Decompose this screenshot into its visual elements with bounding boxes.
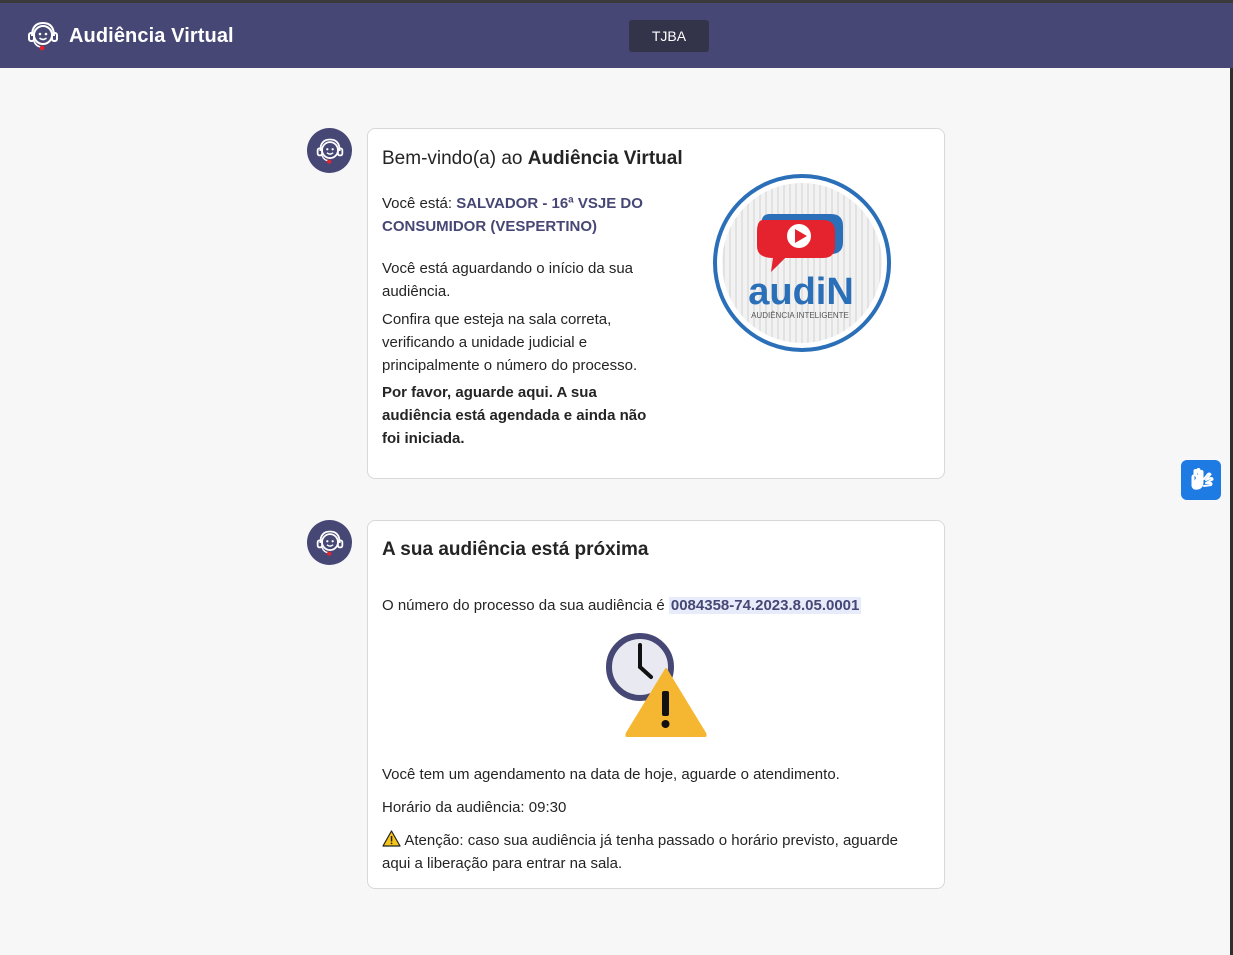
- confirm-text: Confira que esteja na sala correta, veri…: [382, 308, 637, 377]
- notice-text: Por favor, aguarde aqui. A sua audiência…: [382, 381, 646, 450]
- notice-line2: audiência está agendada e ainda não: [382, 407, 647, 424]
- headset-agent-icon: [28, 21, 58, 51]
- notice-line1: Por favor, aguarde aqui. A sua: [382, 384, 597, 401]
- app-title: Audiência Virtual: [69, 24, 234, 47]
- tenant-button[interactable]: TJBA: [629, 20, 709, 52]
- brand: Audiência Virtual: [26, 19, 234, 53]
- confirm-line3: principalmente o número do processo.: [382, 357, 638, 374]
- logo-word: audiN: [748, 271, 854, 313]
- location-line1: SALVADOR - 16ª VSJE DO: [456, 195, 643, 212]
- hearing-title: A sua audiência está próxima: [382, 539, 649, 560]
- confirm-line2: verificando a unidade judicial e: [382, 334, 588, 351]
- app-header: Audiência Virtual TJBA: [0, 3, 1233, 68]
- tenant-label: TJBA: [651, 28, 687, 44]
- welcome-card: Bem-vindo(a) ao Audiência Virtual Você e…: [367, 128, 945, 479]
- location-prefix: Você está:: [382, 195, 457, 212]
- process-prefix: O número do processo da sua audiência é: [382, 597, 669, 614]
- waiting-text: Você está aguardando o início da sua aud…: [382, 257, 633, 303]
- welcome-heading: Bem-vindo(a) ao Audiência Virtual: [382, 148, 683, 170]
- warning-text: Atenção: caso sua audiência já tenha pas…: [382, 829, 898, 875]
- location-line2: CONSUMIDOR (VESPERTINO): [382, 218, 598, 235]
- headset-agent-icon: [316, 530, 343, 556]
- libras-accessibility-button[interactable]: [1181, 460, 1221, 500]
- greeting-app-name: Audiência Virtual: [527, 148, 683, 169]
- headset-agent-icon: [316, 138, 343, 164]
- logo-caption: AUDIÊNCIA INTELIGENTE: [751, 311, 849, 320]
- warning-triangle-icon: [382, 830, 401, 847]
- sign-language-hands-icon: [1191, 467, 1214, 490]
- clock-warning-icon: [606, 633, 707, 737]
- bot-avatar: [307, 520, 352, 565]
- confirm-line1: Confira que esteja na sala correta,: [382, 311, 612, 328]
- time-text: Horário da audiência: 09:30: [382, 799, 567, 816]
- warning-line2: aqui a liberação para entrar na sala.: [382, 855, 623, 872]
- hearing-card: A sua audiência está próxima O número do…: [367, 520, 945, 889]
- location-text: Você está: SALVADOR - 16ª VSJE DO CONSUM…: [382, 192, 643, 238]
- warning-line1: Atenção: caso sua audiência já tenha pas…: [404, 832, 899, 849]
- waiting-line2: audiência.: [382, 283, 451, 300]
- greeting-prefix: Bem-vindo(a) ao: [382, 148, 528, 169]
- bot-avatar: [307, 128, 352, 173]
- waiting-line1: Você está aguardando o início da sua: [382, 260, 634, 277]
- process-text: O número do processo da sua audiência é …: [382, 594, 862, 617]
- schedule-text: Você tem um agendamento na data de hoje,…: [382, 766, 840, 783]
- notice-line3: foi iniciada.: [382, 430, 465, 447]
- process-number: 0084358-74.2023.8.05.0001: [668, 597, 862, 614]
- audin-logo: audiN AUDIÊNCIA INTELIGENTE: [713, 174, 891, 352]
